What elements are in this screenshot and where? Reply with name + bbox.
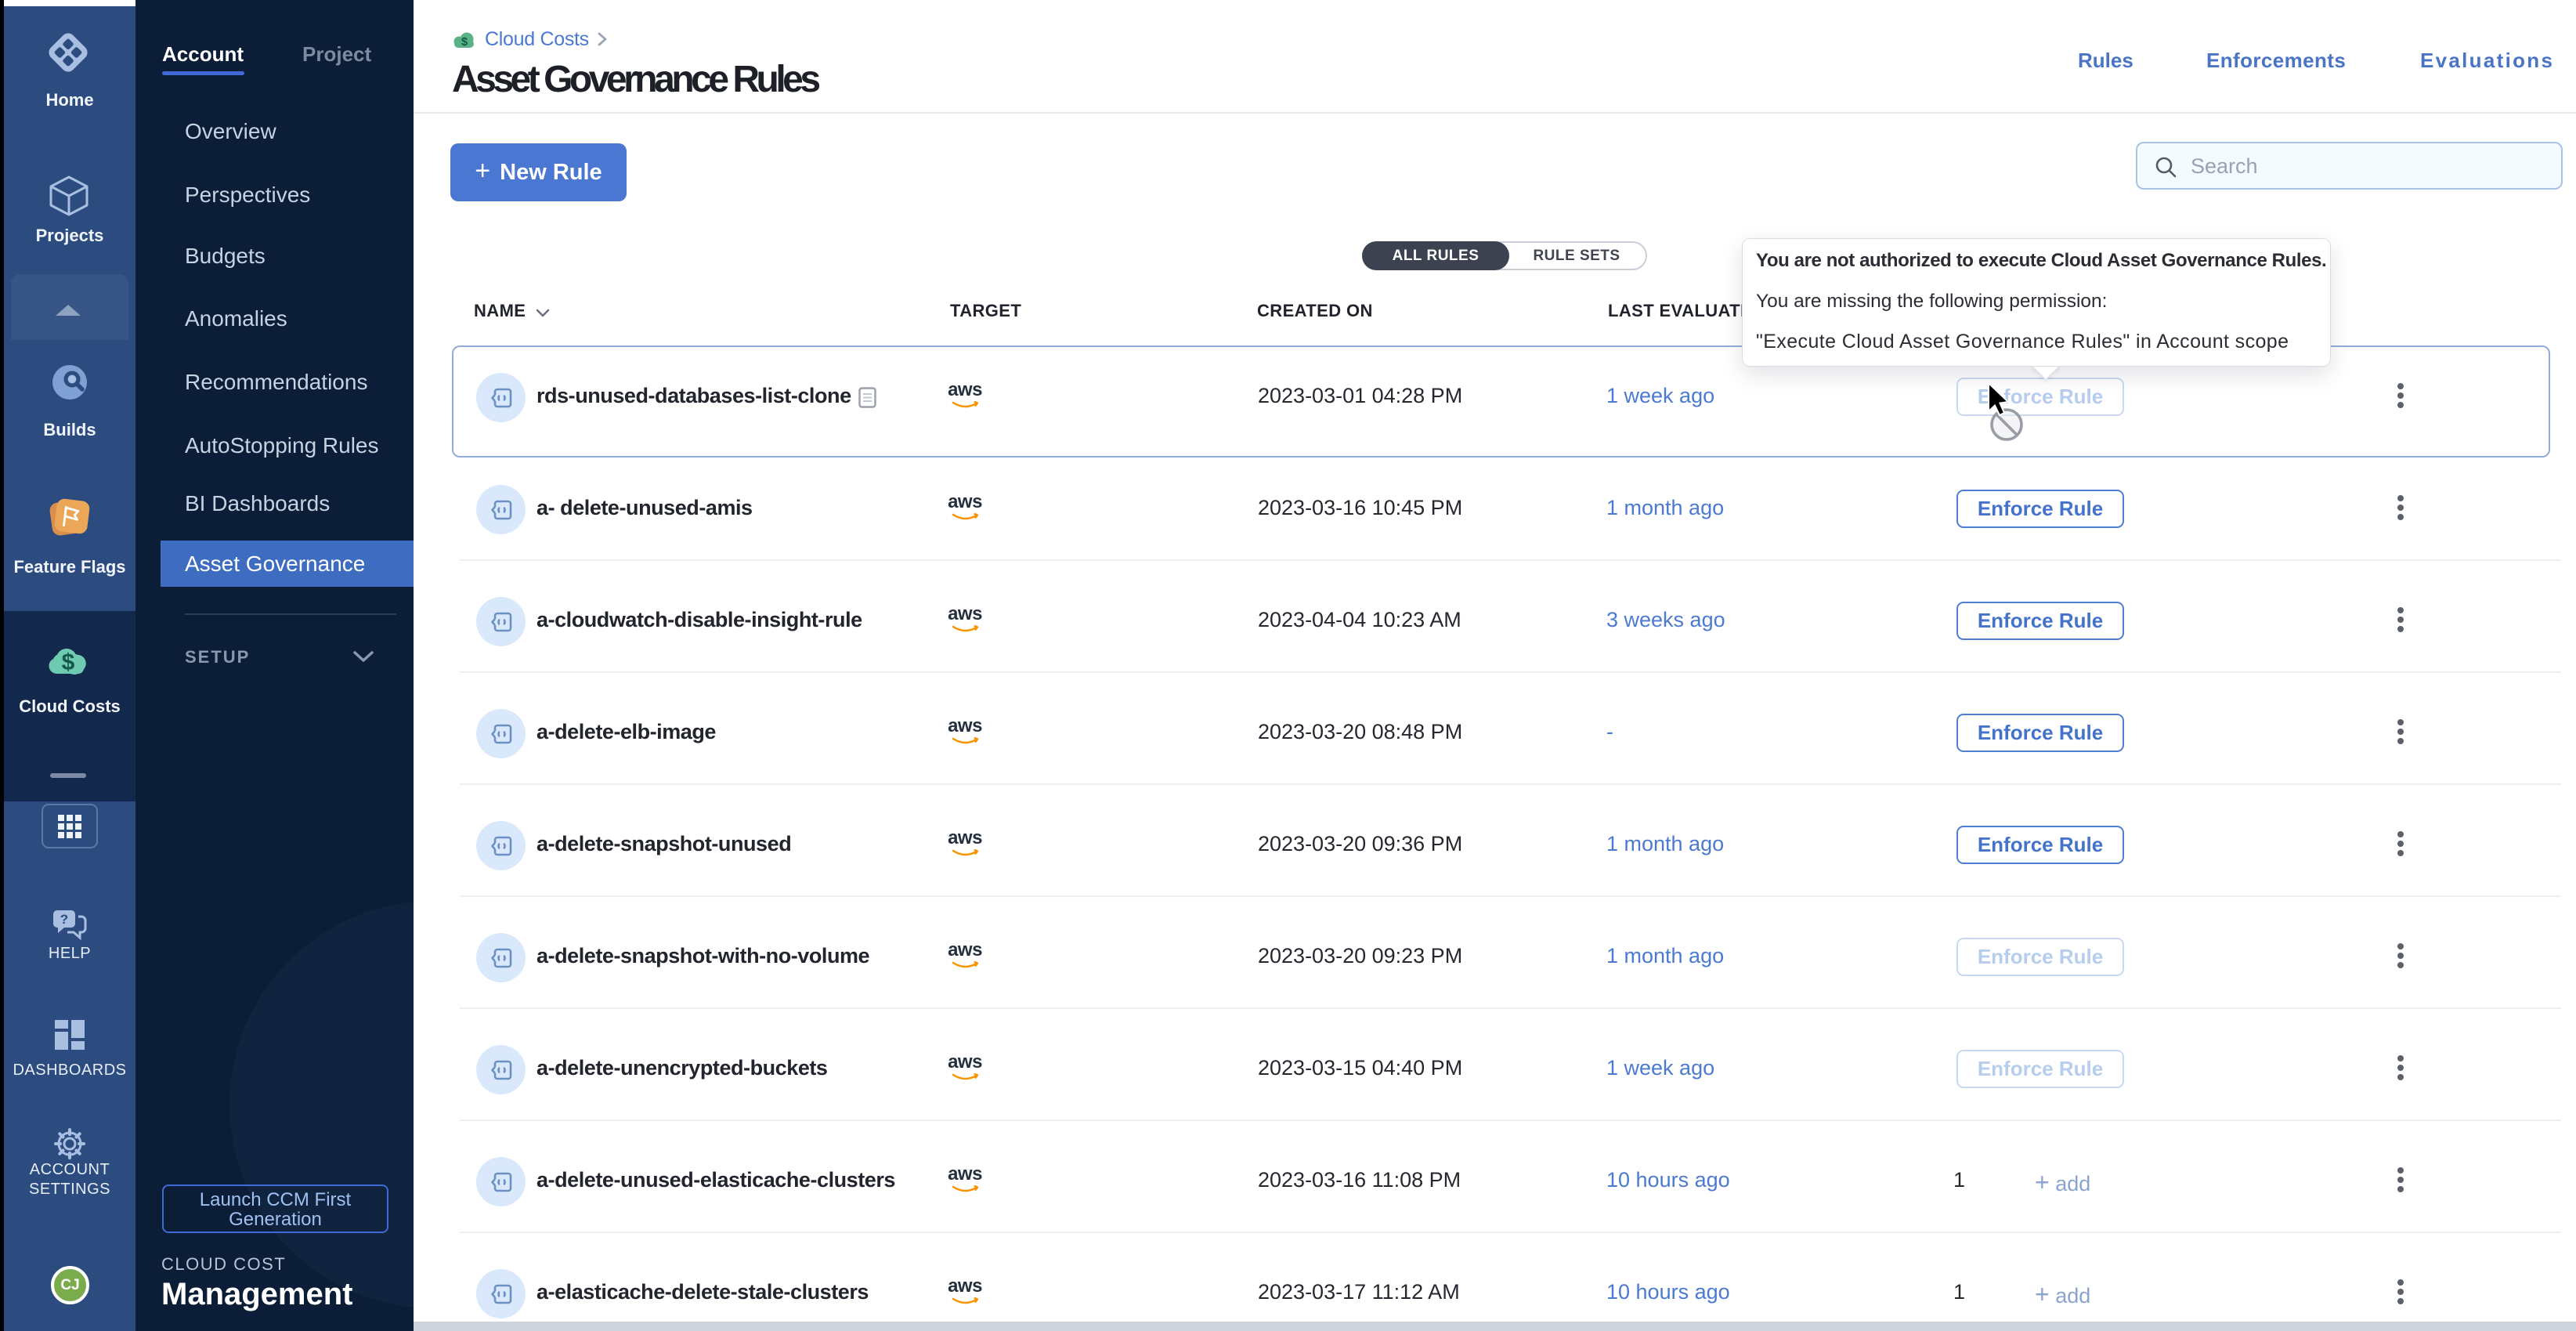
svg-text:$: $ xyxy=(461,35,468,49)
svg-text:$: $ xyxy=(62,649,75,675)
svg-text:?: ? xyxy=(60,912,68,927)
